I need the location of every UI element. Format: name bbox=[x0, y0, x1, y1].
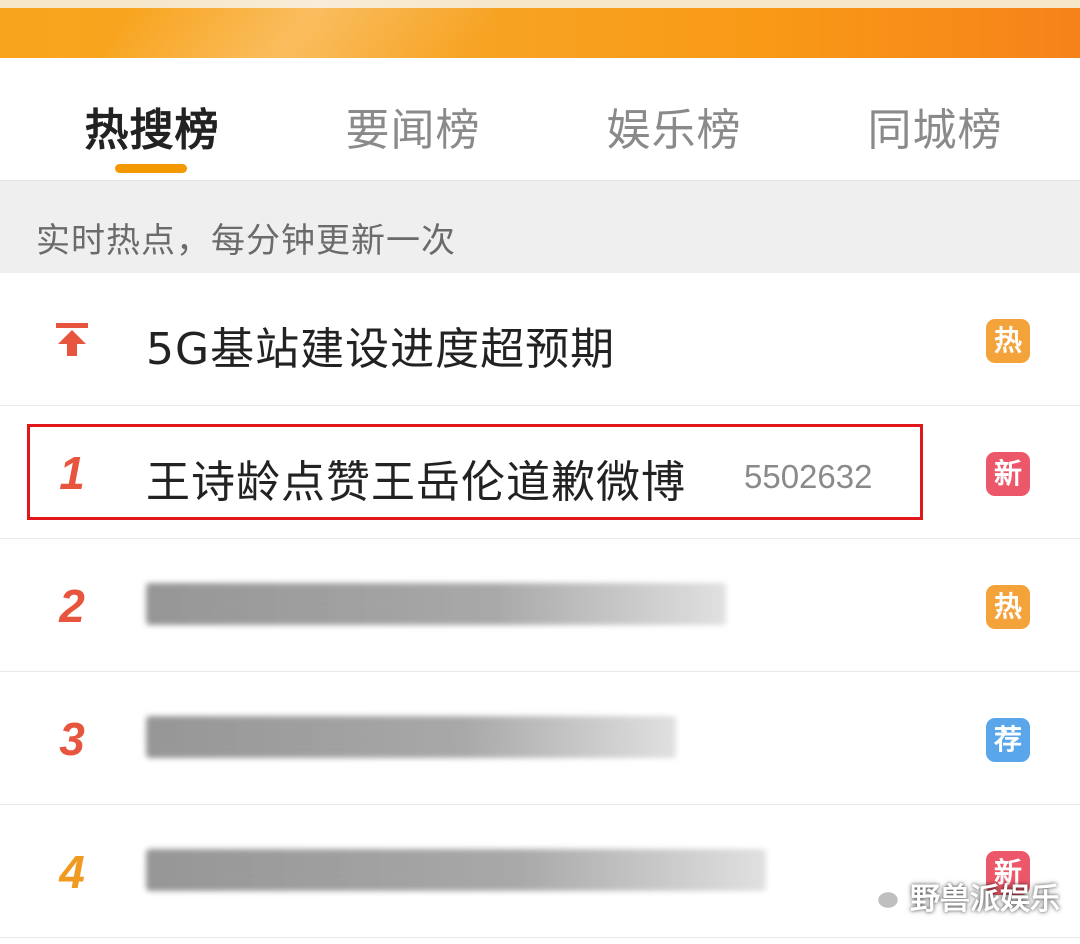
recommend-badge: 荐 bbox=[986, 718, 1030, 762]
search-count: 5502632 bbox=[744, 458, 873, 495]
tab-hot-search[interactable]: 热搜榜 bbox=[42, 94, 262, 158]
new-badge: 新 bbox=[986, 452, 1030, 496]
tab-entertainment[interactable]: 娱乐榜 bbox=[564, 94, 784, 158]
list-item[interactable]: 1 王诗龄点赞王岳伦道歉微博 5502632 新 bbox=[0, 406, 1080, 539]
watermark: 野兽派娱乐 bbox=[862, 876, 1060, 917]
tab-top-news[interactable]: 要闻榜 bbox=[303, 94, 523, 158]
list-item-title: 王诗龄点赞王岳伦道歉微博 bbox=[146, 457, 686, 508]
blurred-title bbox=[146, 583, 726, 625]
rank-number: 2 bbox=[59, 580, 85, 632]
list-item-pinned[interactable]: 5G基站建设进度超预期 热 bbox=[0, 273, 1080, 406]
list-item[interactable]: 3 荐 bbox=[0, 672, 1080, 805]
list-item[interactable]: 2 热 bbox=[0, 539, 1080, 672]
tab-local[interactable]: 同城榜 bbox=[825, 94, 1045, 158]
subheader-text: 实时热点，每分钟更新一次 bbox=[36, 221, 456, 261]
realtime-subheader: 实时热点，每分钟更新一次 bbox=[0, 180, 1080, 274]
hot-badge: 热 bbox=[986, 319, 1030, 363]
active-tab-indicator bbox=[115, 164, 187, 173]
list-item-title: 5G基站建设进度超预期 bbox=[146, 324, 616, 375]
hot-badge: 热 bbox=[986, 585, 1030, 629]
blurred-title bbox=[146, 849, 766, 891]
rank-number: 3 bbox=[59, 713, 85, 765]
tab-bar: 热搜榜 要闻榜 娱乐榜 同城榜 bbox=[0, 58, 1080, 180]
banner-shine bbox=[85, 0, 515, 58]
blurred-title bbox=[146, 716, 676, 758]
rank-number: 4 bbox=[59, 846, 85, 898]
list-item[interactable]: 4 新 bbox=[0, 805, 1080, 938]
wechat-icon bbox=[862, 880, 901, 911]
top-banner bbox=[0, 0, 1080, 58]
pinned-arrow-up-icon bbox=[56, 323, 88, 356]
watermark-text: 野兽派娱乐 bbox=[910, 882, 1060, 917]
rank-number: 1 bbox=[59, 447, 85, 499]
